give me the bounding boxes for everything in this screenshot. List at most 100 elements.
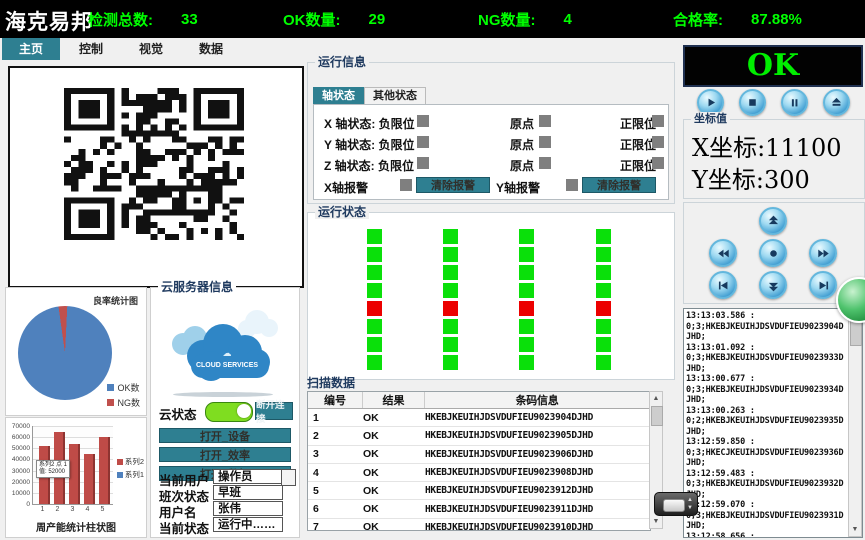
jog-home-button[interactable]: [709, 271, 737, 299]
axis-tab[interactable]: 其他状态: [364, 87, 426, 105]
axis-tab[interactable]: 轴状态: [313, 87, 364, 105]
topbar-stat: OK数量:29: [283, 9, 478, 30]
pos-limit-indicator: [652, 136, 664, 148]
qr-code-image: [64, 88, 244, 240]
tab-视觉[interactable]: 视觉: [122, 38, 180, 60]
legend-item: 系列1: [117, 469, 144, 480]
scroll-down-icon[interactable]: ▼: [650, 515, 662, 528]
tab-主页[interactable]: 主页: [2, 38, 60, 60]
y-tick: 40000: [8, 456, 30, 463]
y-coordinate: Y坐标:300: [692, 160, 810, 195]
open-button-1[interactable]: 打开_效率: [159, 447, 291, 462]
brand-logo: 海克易邦: [5, 6, 93, 36]
y-tick: 50000: [8, 445, 30, 452]
cloud-server-panel: 云服务器信息 ☁ CLOUD SERVICES 云状态 断开连接 打开_设备打开…: [150, 287, 300, 538]
legend-item: OK数: [107, 381, 140, 394]
status-cell: [519, 355, 534, 370]
cloud-panel-title: 云服务器信息: [158, 280, 236, 294]
log-scrollbar[interactable]: ▼: [848, 309, 862, 537]
toggle-knob: [237, 404, 251, 418]
table-row[interactable]: 7OKHKEBJKEUIHJDSVDUFIEU9023910DJHD: [308, 519, 650, 531]
tab-控制[interactable]: 控制: [62, 38, 120, 60]
run-status-title: 运行状态: [315, 205, 369, 219]
jog-end-button[interactable]: [809, 271, 837, 299]
log-message: 0;3;HKEBJKEUIHJDSVDUFIEU9023932DJHD;: [686, 479, 846, 500]
log-textarea[interactable]: 13:13:03.586 :0;3;HKEBJKEUIHJDSVDUFIEU90…: [683, 308, 863, 538]
eject-button[interactable]: [823, 89, 850, 116]
topbar-stat: 检测总数:33: [88, 9, 283, 30]
log-scroll-down-icon[interactable]: ▼: [849, 523, 861, 536]
text-field[interactable]: 早班: [213, 485, 283, 500]
table-row[interactable]: 3OKHKEBJKEUIHJDSVDUFIEU9023906DJHD: [308, 446, 650, 464]
weekly-output-bar-chart-panel: 010000200003000040000500006000070000 系列2…: [5, 417, 147, 538]
x-tick: 2: [53, 506, 62, 513]
app-window: 海克易邦 检测总数:33OK数量:29NG数量:4合格率:87.88% 主页控制…: [0, 0, 865, 540]
axis-status-row: Y 轴状态: 负限位 原点 正限位: [314, 136, 668, 150]
neg-limit-indicator: [417, 157, 429, 169]
status-cell: [443, 301, 458, 316]
text-field[interactable]: 运行中……: [213, 517, 283, 532]
table-row[interactable]: 2OKHKEBJKEUIHJDSVDUFIEU9023905DJHD: [308, 427, 650, 445]
table-row[interactable]: 1OKHKEBJKEUIHJDSVDUFIEU9023904DJHD: [308, 409, 650, 427]
status-cell: [443, 229, 458, 244]
jog-left-button[interactable]: [709, 239, 737, 267]
scroll-up-icon[interactable]: ▲: [650, 392, 662, 405]
scrollbar-thumb[interactable]: [651, 406, 663, 426]
alarm-row: X轴报警 清除报警 Y轴报警 清除报警: [314, 179, 668, 193]
user-combo[interactable]: 操作员: [213, 469, 283, 484]
log-message: 0;3;HKECJKEUIHJDSVDUFIEU9023936DJHD;: [686, 448, 846, 469]
stop-button[interactable]: [739, 89, 766, 116]
status-cell: [367, 247, 382, 262]
log-time: 13:13:00.263 :: [686, 406, 846, 417]
scroll-popup-widget[interactable]: ▲ ▼: [654, 492, 698, 516]
table-row[interactable]: 6OKHKEBJKEUIHJDSVDUFIEU9023911DJHD: [308, 500, 650, 518]
text-field[interactable]: 张伟: [213, 501, 283, 516]
clear-x-alarm-button[interactable]: 清除报警: [416, 177, 490, 193]
run-info-groupbox: 运行信息 轴状态其他状态 X 轴状态: 负限位 原点 正限位 Y 轴状态: 负限…: [307, 62, 675, 204]
log-message: 0;3;HKEBJKEUIHJDSVDUFIEU9023904DJHD;: [686, 322, 846, 343]
disconnect-button[interactable]: 断开连接: [255, 402, 293, 420]
jog-down-button[interactable]: [759, 271, 787, 299]
log-time: 13:13:01.092 :: [686, 343, 846, 354]
status-cell: [596, 355, 611, 370]
tiny-down-icon[interactable]: ▼: [687, 505, 693, 511]
status-cell: [443, 247, 458, 262]
qr-code-panel: [8, 66, 304, 288]
jog-right-button[interactable]: [809, 239, 837, 267]
log-time: 13:12:59.483 :: [686, 469, 846, 480]
topbar-stat: NG数量:4: [478, 9, 673, 30]
open-button-0[interactable]: 打开_设备: [159, 428, 291, 443]
tiny-up-icon[interactable]: ▲: [687, 497, 693, 503]
scroll-popup-handle[interactable]: [663, 499, 685, 512]
table-row[interactable]: 4OKHKEBJKEUIHJDSVDUFIEU9023908DJHD: [308, 464, 650, 482]
jog-center-button[interactable]: [759, 239, 787, 267]
status-cell: [443, 265, 458, 280]
chevron-down-icon[interactable]: [281, 469, 296, 486]
bar-chart-legend: 系列2系列1: [117, 454, 144, 480]
axis-status-content: X 轴状态: 负限位 原点 正限位 Y 轴状态: 负限位 原点 正限位 Z 轴状…: [313, 104, 669, 200]
run-status-groupbox: 运行状态: [307, 212, 675, 380]
cloud-status-toggle[interactable]: [205, 402, 253, 422]
axis-status-row: X 轴状态: 负限位 原点 正限位: [314, 115, 668, 129]
legend-item: NG数: [107, 396, 140, 409]
clear-y-alarm-button[interactable]: 清除报警: [582, 177, 656, 193]
x-tick: 4: [83, 506, 92, 513]
bar-chart-tooltip: 系列2 点 1 值: 52000: [36, 460, 70, 478]
pause-button[interactable]: [781, 89, 808, 116]
status-cell: [367, 319, 382, 334]
log-message: 0;3;HKEBJKEUIHJDSVDUFIEU9023931DJHD;: [686, 511, 846, 532]
y-alarm-indicator: [566, 179, 578, 191]
tab-数据[interactable]: 数据: [182, 38, 240, 60]
y-tick: 60000: [8, 434, 30, 441]
log-time: 13:12:59.850 :: [686, 437, 846, 448]
log-message: 0;2;HKEBJKEUIHJDSVDUFIEU9023935DJHD;: [686, 416, 846, 437]
field-row: 当前用户 操作员: [151, 469, 299, 485]
table-row[interactable]: 5OKHKEBJKEUIHJDSVDUFIEU9023912DJHD: [308, 482, 650, 500]
status-cell: [596, 337, 611, 352]
pie-legend: OK数 NG数: [107, 379, 140, 409]
jog-up-button[interactable]: [759, 207, 787, 235]
bar: [69, 444, 80, 504]
status-cell: [519, 247, 534, 262]
x-alarm-indicator: [400, 179, 412, 191]
result-text: OK: [747, 51, 799, 81]
